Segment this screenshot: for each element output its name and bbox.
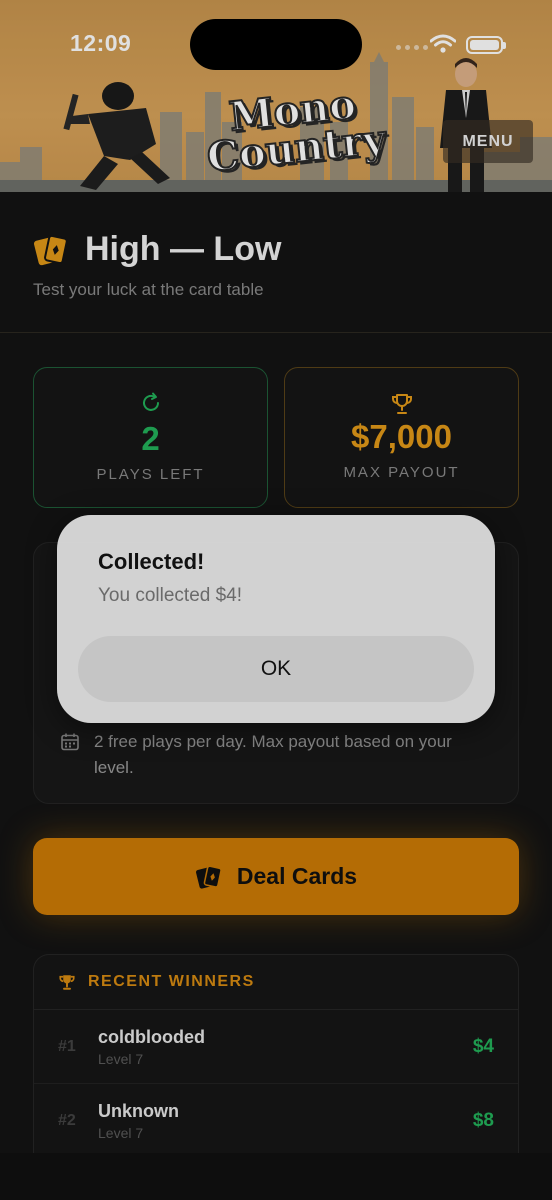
collected-alert-dialog: Collected! You collected $4! OK <box>57 515 495 723</box>
alert-message: You collected $4! <box>98 585 243 606</box>
alert-title: Collected! <box>98 549 205 574</box>
alert-ok-button[interactable]: OK <box>78 636 474 702</box>
